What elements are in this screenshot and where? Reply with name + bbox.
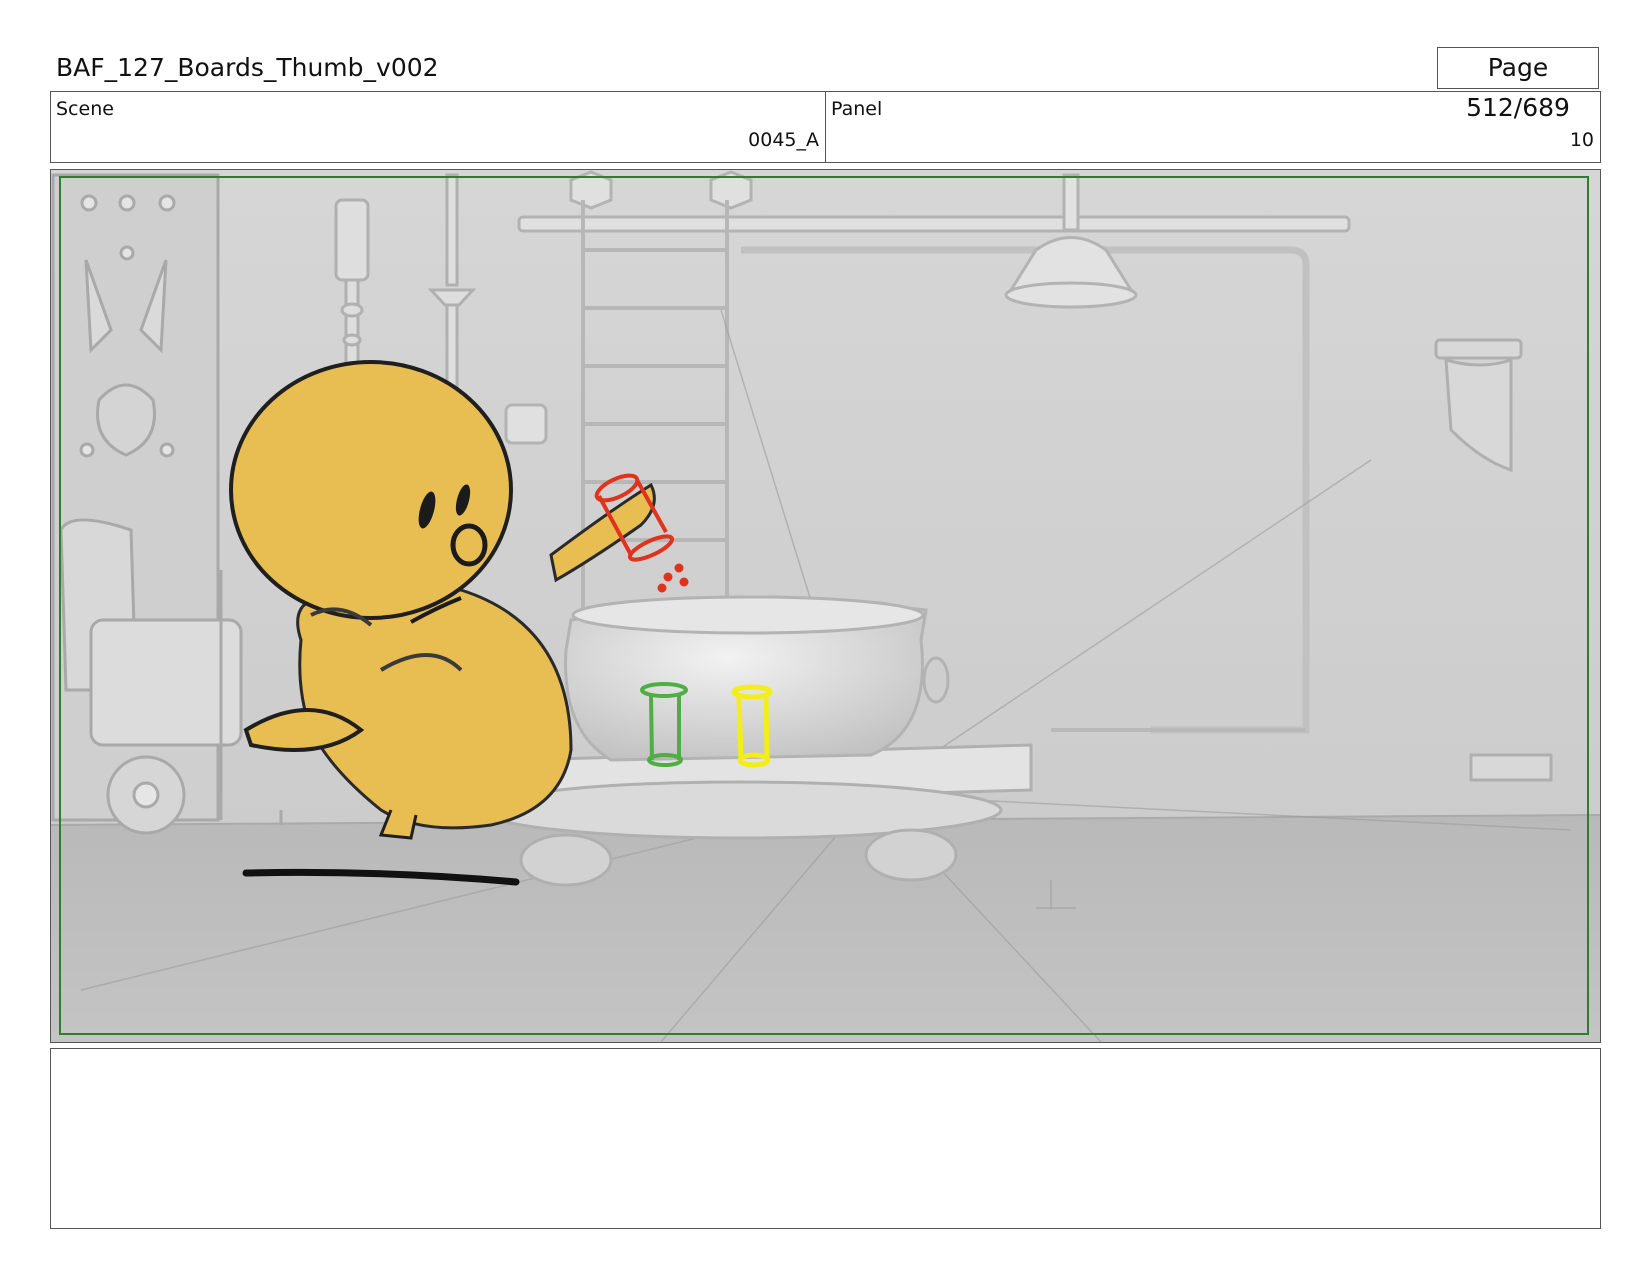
panel-label: Panel — [831, 98, 883, 120]
panel-info-row: Scene 0045_A Panel 10 — [50, 91, 1601, 163]
cauldron — [564, 595, 950, 762]
page-number: Page 512/689 — [1437, 47, 1599, 122]
panel-notes — [50, 1048, 1601, 1229]
scene-label: Scene — [56, 98, 114, 120]
document-title: BAF_127_Boards_Thumb_v002 — [56, 53, 439, 82]
storyboard-artwork — [51, 170, 1600, 1042]
scene-cell: Scene 0045_A — [51, 92, 825, 162]
storyboard-panel — [50, 169, 1601, 1043]
panel-cell: Panel 10 — [825, 92, 1600, 162]
scene-value: 0045_A — [748, 129, 819, 151]
panel-value: 10 — [1569, 129, 1594, 151]
